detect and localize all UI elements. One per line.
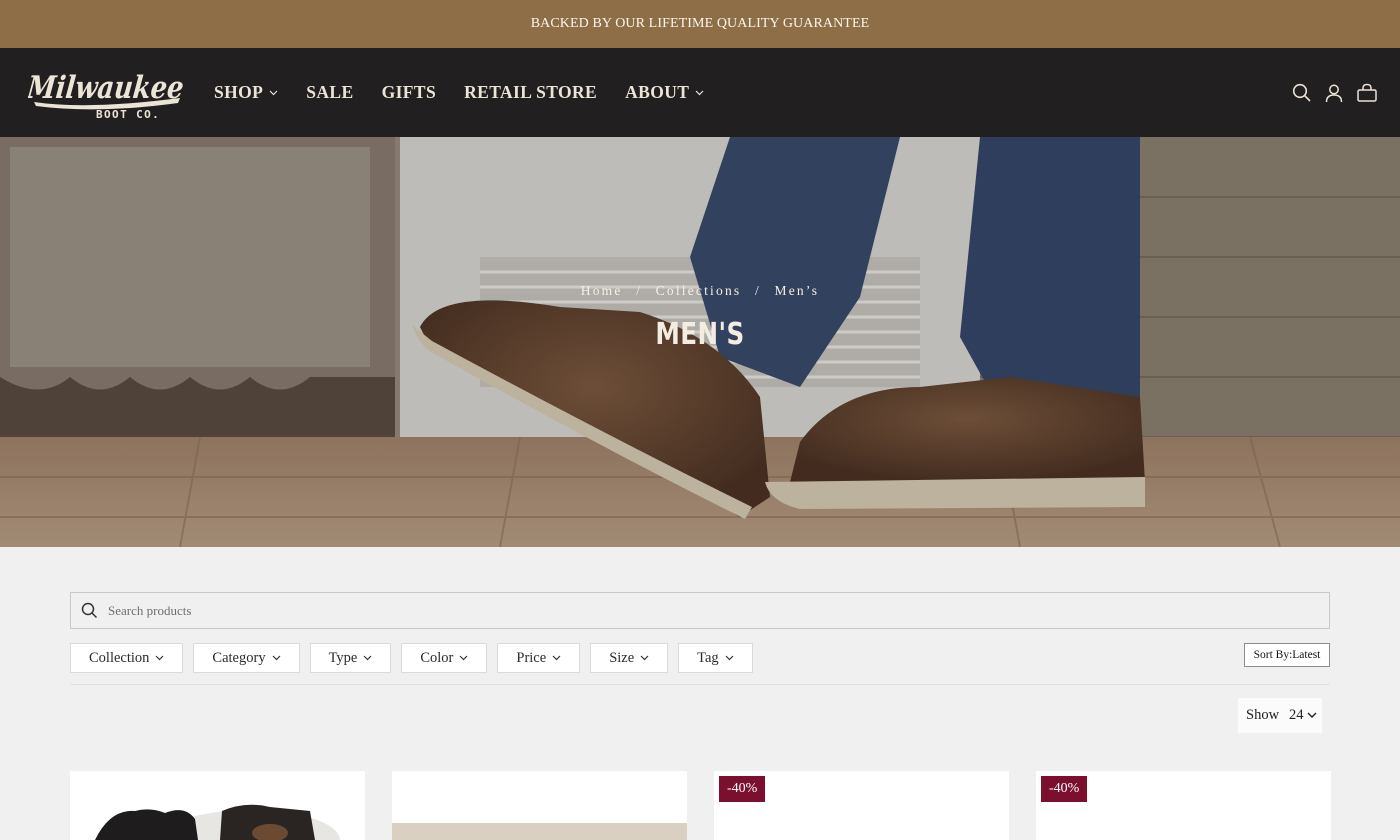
filter-type[interactable]: Type [309, 643, 392, 673]
chevron-down-icon [269, 90, 278, 96]
filter-tag[interactable]: Tag [678, 643, 753, 673]
search-icon [81, 602, 98, 619]
nav-retail-store-label: RETAIL STORE [464, 82, 598, 102]
breadcrumb-current: Men’s [774, 283, 820, 298]
account-icon[interactable] [1324, 83, 1344, 103]
divider [70, 684, 1330, 685]
product-card[interactable]: -40% [714, 771, 1009, 840]
page-title: MEN'S [655, 317, 745, 352]
filter-color[interactable]: Color [401, 643, 488, 673]
nav-shop[interactable]: SHOP [214, 82, 278, 103]
nav-sale-label: SALE [306, 82, 354, 102]
sort-label: Sort By: [1253, 649, 1293, 661]
logo-subtitle: BOOT CO. [96, 108, 160, 121]
nav-gifts-label: GIFTS [381, 82, 437, 102]
product-card[interactable] [70, 771, 365, 840]
filter-label: Type [328, 649, 358, 666]
search-icon[interactable] [1292, 83, 1312, 103]
brand-logo[interactable]: Milwaukee BOOT CO. [25, 64, 186, 122]
search-input[interactable] [108, 602, 1288, 619]
product-search [70, 592, 1330, 629]
nav-retail-store[interactable]: RETAIL STORE [464, 82, 597, 103]
show-per-page: Show 24 [1238, 698, 1322, 733]
chevron-down-icon [552, 655, 561, 661]
discount-badge: -40% [719, 776, 766, 802]
hero-banner: Home / Collections / Men’s MEN'S [0, 137, 1400, 547]
show-count-select[interactable]: 24 [1289, 707, 1317, 724]
nav-about[interactable]: ABOUT [625, 82, 704, 103]
cart-icon[interactable] [1356, 83, 1378, 103]
show-count-value: 24 [1289, 707, 1304, 723]
filter-label: Color [420, 649, 454, 666]
main-nav: SHOP SALE GIFTS RETAIL STORE ABOUT [214, 48, 732, 137]
breadcrumb-separator: / [636, 283, 643, 298]
breadcrumb-separator: / [754, 283, 761, 298]
announcement-text: BACKED BY OUR LIFETIME QUALITY GUARANTEE [530, 16, 870, 31]
product-image [70, 771, 365, 840]
show-label: Show [1246, 707, 1280, 723]
filter-bar: Collection Category Type Color Price Siz… [70, 643, 763, 673]
chevron-down-icon [155, 655, 164, 661]
product-card[interactable] [392, 771, 687, 840]
chevron-down-icon [640, 655, 649, 661]
nav-gifts[interactable]: GIFTS [382, 82, 437, 103]
nav-about-label: ABOUT [625, 82, 690, 102]
filter-price[interactable]: Price [497, 643, 581, 673]
sort-dropdown[interactable]: Sort By: Latest [1244, 643, 1330, 667]
nav-sale[interactable]: SALE [306, 82, 353, 103]
breadcrumb-collections[interactable]: Collections [656, 283, 742, 298]
filter-collection[interactable]: Collection [70, 643, 184, 673]
chevron-down-icon [272, 655, 281, 661]
chevron-down-icon [363, 655, 372, 661]
product-image [392, 771, 687, 840]
announcement-bar: BACKED BY OUR LIFETIME QUALITY GUARANTEE [0, 0, 1400, 48]
sort-value: Latest [1292, 649, 1321, 661]
discount-badge: -40% [1041, 776, 1088, 802]
filter-label: Price [516, 649, 547, 666]
filter-label: Tag [697, 649, 719, 666]
breadcrumb-home[interactable]: Home [581, 283, 623, 298]
filter-label: Collection [89, 649, 150, 666]
header-icons [1280, 48, 1378, 137]
filter-label: Category [212, 649, 266, 666]
chevron-down-icon [1307, 712, 1317, 719]
nav-shop-label: SHOP [214, 82, 264, 102]
chevron-down-icon [695, 90, 704, 96]
breadcrumb: Home / Collections / Men’s [0, 283, 1400, 299]
filter-category[interactable]: Category [193, 643, 300, 673]
product-card[interactable]: -40% [1036, 771, 1331, 840]
chevron-down-icon [725, 655, 734, 661]
chevron-down-icon [459, 655, 468, 661]
site-header: Milwaukee BOOT CO. SHOP SALE GIFTS RETAI… [0, 48, 1400, 137]
filter-size[interactable]: Size [590, 643, 669, 673]
filter-label: Size [609, 649, 635, 666]
